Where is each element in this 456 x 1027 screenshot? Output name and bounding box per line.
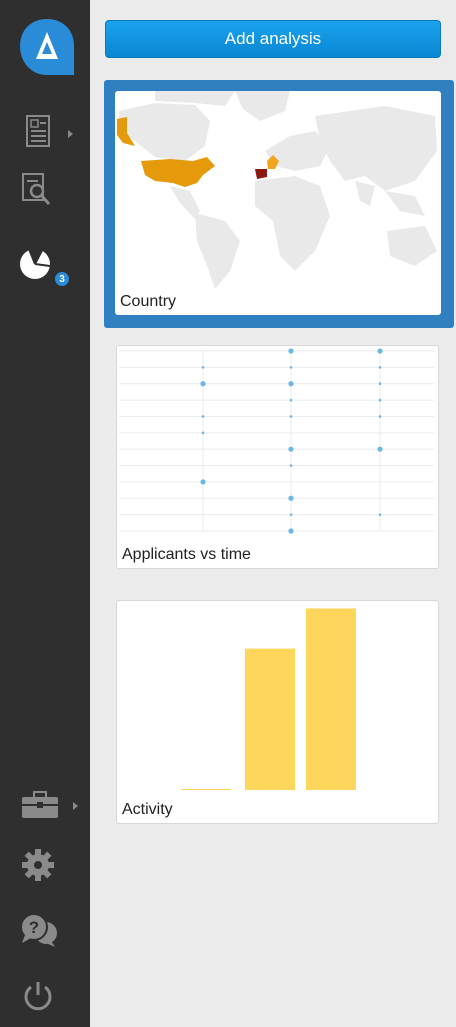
add-analysis-button[interactable]: Add analysis xyxy=(105,20,441,58)
scatter-point xyxy=(288,446,294,452)
scatter-point xyxy=(201,415,205,418)
scatter-point xyxy=(289,464,293,467)
analytics-count-badge: 3 xyxy=(53,270,71,288)
country-card-label: Country xyxy=(120,293,177,310)
scatter-point xyxy=(200,381,206,387)
document-search-icon xyxy=(22,173,51,205)
scatter-point xyxy=(378,398,382,402)
briefcase-icon xyxy=(22,791,58,818)
scatter-point xyxy=(201,431,205,435)
applicants-analysis-card[interactable]: Applicants vs time xyxy=(116,345,439,569)
rail-item-toolbox[interactable] xyxy=(0,775,90,835)
scatter-point xyxy=(289,366,293,369)
scatter-point xyxy=(288,381,294,387)
document-list-icon xyxy=(26,115,50,147)
rail-item-settings[interactable] xyxy=(0,835,90,895)
scatter-point xyxy=(378,415,382,418)
rail-item-power[interactable] xyxy=(0,966,90,1026)
rail-item-analytics[interactable] xyxy=(0,234,90,294)
scatter-point xyxy=(200,479,206,485)
caret-right-icon xyxy=(68,130,73,138)
caret-right-icon xyxy=(73,802,78,810)
scatter-point xyxy=(377,446,383,452)
world-map xyxy=(117,91,437,289)
gear-icon xyxy=(22,849,54,881)
activity-bar xyxy=(306,608,356,790)
scatter-point xyxy=(378,366,382,369)
left-rail: 3 ? xyxy=(0,0,90,1027)
svg-text:?: ? xyxy=(29,918,39,937)
app-logo-icon[interactable] xyxy=(18,17,76,77)
power-icon xyxy=(24,982,52,1011)
scatter-point xyxy=(288,348,294,354)
scatter-point xyxy=(377,348,383,354)
scatter-point xyxy=(289,398,293,402)
scatter-point xyxy=(288,528,294,534)
scatter-point xyxy=(288,495,294,501)
applicants-card-label: Applicants vs time xyxy=(122,546,251,563)
activity-analysis-card[interactable]: Activity xyxy=(116,600,439,824)
scatter-point xyxy=(289,513,293,516)
activity-bar-chart xyxy=(181,608,356,790)
scatter-point xyxy=(378,513,382,516)
activity-bar xyxy=(245,648,295,790)
rail-item-help[interactable]: ? xyxy=(0,901,90,961)
pie-chart-icon xyxy=(20,248,51,279)
rail-item-documents[interactable] xyxy=(0,102,90,162)
activity-card-label: Activity xyxy=(122,801,173,818)
scatter-point xyxy=(378,382,382,386)
applicants-scatter-chart xyxy=(119,348,434,534)
country-analysis-card[interactable]: Country xyxy=(115,91,441,315)
rail-item-search-documents[interactable] xyxy=(0,160,90,220)
analysis-panel: Add analysis Country Applicants vs time … xyxy=(90,0,456,1027)
help-chat-icon: ? xyxy=(20,913,57,947)
scatter-point xyxy=(201,366,205,369)
activity-bar xyxy=(181,789,231,790)
scatter-point xyxy=(289,415,293,418)
